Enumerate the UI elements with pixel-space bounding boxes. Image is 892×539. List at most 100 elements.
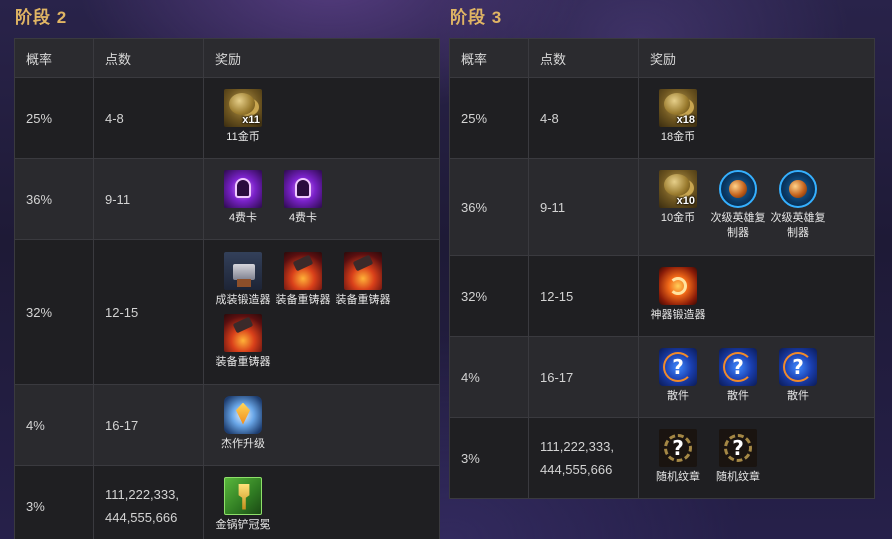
reward-label: 金锅铲冠冕 xyxy=(215,518,271,531)
reforger-icon xyxy=(224,313,262,352)
reward-cell: 神器锻造器 xyxy=(638,255,875,337)
reward-item[interactable]: 装备重铸器 xyxy=(273,251,333,308)
reward-item[interactable]: 4费卡 xyxy=(213,169,273,226)
reward-label: 次级英雄复制器 xyxy=(710,212,766,239)
table-row: 36% 9-11 x10 10金币 次级英雄复制器 次级英雄复制器 xyxy=(449,158,875,256)
reward-item[interactable]: ? 散件 xyxy=(708,347,768,404)
gold-coins-icon: x11 xyxy=(224,88,262,127)
reward-item[interactable]: 装备重铸器 xyxy=(213,313,273,370)
points-cell: 16-17 xyxy=(93,384,204,466)
table-header-row: 概率 点数 奖励 xyxy=(14,38,440,78)
item-anvil-icon xyxy=(224,251,262,290)
reforger-icon xyxy=(344,251,382,290)
header-points: 点数 xyxy=(528,38,639,78)
reward-item[interactable]: ? 随机纹章 xyxy=(648,428,708,485)
reward-cell: 成装锻造器 装备重铸器 装备重铸器 装备重铸器 xyxy=(203,239,440,385)
table-row: 4% 16-17 ? 散件 ? 散件 ? 散件 xyxy=(449,336,875,418)
reward-label: 随机纹章 xyxy=(716,470,760,483)
points-cell: 9-11 xyxy=(93,158,204,240)
random-emblem-icon: ? xyxy=(719,428,757,467)
stage-3-table: 概率 点数 奖励 25% 4-8 x18 18金币 36% 9-11 x10 1… xyxy=(449,38,875,499)
artifact-anvil-icon xyxy=(659,266,697,305)
reward-item[interactable]: x11 11金币 xyxy=(213,88,273,145)
reward-label: 神器锻造器 xyxy=(650,308,706,321)
component-icon: ? xyxy=(719,347,757,386)
reward-label: 杰作升级 xyxy=(221,437,265,450)
reward-cell: x18 18金币 xyxy=(638,77,875,159)
rate-cell: 3% xyxy=(449,417,529,499)
table-row: 3% 111,222,333, 444,555,666 金锅铲冠冕 xyxy=(14,465,440,539)
reward-label: 装备重铸器 xyxy=(215,355,271,368)
masterwork-upgrade-icon xyxy=(224,395,262,434)
rate-cell: 25% xyxy=(449,77,529,159)
rate-cell: 4% xyxy=(449,336,529,418)
reward-cell: 4费卡 4费卡 xyxy=(203,158,440,240)
reward-item[interactable]: ? 散件 xyxy=(768,347,828,404)
reward-label: 11金币 xyxy=(226,130,260,143)
reward-cell: 杰作升级 xyxy=(203,384,440,466)
rate-cell: 36% xyxy=(14,158,94,240)
reward-label: 装备重铸器 xyxy=(275,293,331,306)
reward-label: 10金币 xyxy=(660,212,696,224)
lesser-champion-duplicator-icon xyxy=(779,170,817,208)
reward-cell: x10 10金币 次级英雄复制器 次级英雄复制器 xyxy=(638,158,875,256)
stage-3-title: 阶段 3 xyxy=(450,8,503,27)
rate-cell: 32% xyxy=(14,239,94,385)
random-emblem-icon: ? xyxy=(659,428,697,467)
reward-label: 次级英雄复制器 xyxy=(770,212,826,239)
reward-item[interactable]: 成装锻造器 xyxy=(213,251,273,308)
gold-coins-icon: x18 xyxy=(659,88,697,127)
points-line: 444,555,666 xyxy=(105,510,178,525)
reward-item[interactable]: ? 随机纹章 xyxy=(708,428,768,485)
reward-item[interactable]: x18 18金币 xyxy=(648,88,708,145)
reward-cell: ? 随机纹章 ? 随机纹章 xyxy=(638,417,875,499)
points-cell: 16-17 xyxy=(528,336,639,418)
reward-label: 4费卡 xyxy=(288,211,318,224)
reward-label: 成装锻造器 xyxy=(215,293,271,306)
gold-coins-icon: x10 xyxy=(659,170,697,208)
quantity-badge: x10 xyxy=(676,195,695,207)
header-reward: 奖励 xyxy=(638,38,875,78)
reward-item[interactable]: 杰作升级 xyxy=(213,395,273,452)
reward-label: 随机纹章 xyxy=(656,470,700,483)
table-row: 25% 4-8 x11 11金币 xyxy=(14,77,440,159)
reward-label: 散件 xyxy=(667,389,689,402)
points-cell: 4-8 xyxy=(528,77,639,159)
quantity-badge: x18 xyxy=(676,113,695,126)
reforger-icon xyxy=(284,251,322,290)
quantity-badge: x11 xyxy=(242,113,260,126)
reward-item[interactable]: 次级英雄复制器 xyxy=(768,170,828,241)
reward-item[interactable]: 金锅铲冠冕 xyxy=(213,476,273,533)
rate-cell: 25% xyxy=(14,77,94,159)
reward-label: 散件 xyxy=(727,389,749,402)
points-cell: 12-15 xyxy=(93,239,204,385)
reward-item[interactable]: 装备重铸器 xyxy=(333,251,393,308)
reward-label: 18金币 xyxy=(660,130,696,143)
reward-item[interactable]: ? 散件 xyxy=(648,347,708,404)
reward-label: 装备重铸器 xyxy=(335,293,391,306)
header-rate: 概率 xyxy=(449,38,529,78)
table-row: 32% 12-15 成装锻造器 装备重铸器 装备重铸器 装备重铸器 xyxy=(14,239,440,385)
four-cost-card-icon xyxy=(224,169,262,208)
reward-item[interactable]: 4费卡 xyxy=(273,169,333,226)
points-line: 444,555,666 xyxy=(540,462,613,477)
points-line: 111,222,333, xyxy=(540,439,614,454)
stage-2-table: 概率 点数 奖励 25% 4-8 x11 11金币 36% 9-11 4费卡 4… xyxy=(14,38,440,539)
rate-cell: 3% xyxy=(14,465,94,539)
lesser-champion-duplicator-icon xyxy=(719,170,757,208)
header-rate: 概率 xyxy=(14,38,94,78)
reward-item[interactable]: 次级英雄复制器 xyxy=(708,170,768,241)
points-cell: 9-11 xyxy=(528,158,639,256)
component-icon: ? xyxy=(659,347,697,386)
four-cost-card-icon xyxy=(284,169,322,208)
points-cell: 111,222,333, 444,555,666 xyxy=(528,417,639,499)
stage-3-panel: 阶段 3 概率 点数 奖励 25% 4-8 x18 18金币 36% 9-11 xyxy=(449,0,875,499)
reward-item[interactable]: 神器锻造器 xyxy=(648,266,708,323)
table-row: 4% 16-17 杰作升级 xyxy=(14,384,440,466)
reward-item[interactable]: x10 10金币 xyxy=(648,170,708,226)
header-reward: 奖励 xyxy=(203,38,440,78)
reward-label: 4费卡 xyxy=(228,211,258,224)
table-row: 36% 9-11 4费卡 4费卡 xyxy=(14,158,440,240)
reward-cell: x11 11金币 xyxy=(203,77,440,159)
points-cell: 4-8 xyxy=(93,77,204,159)
